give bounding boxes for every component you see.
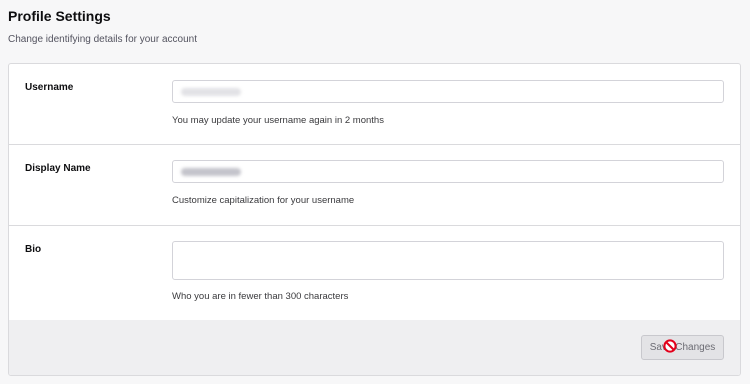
username-value-redacted <box>181 88 241 96</box>
page-subtitle: Change identifying details for your acco… <box>8 34 198 45</box>
display-name-input[interactable] <box>172 160 724 183</box>
display-name-hint: Customize capitalization for your userna… <box>172 195 355 206</box>
page-title: Profile Settings <box>8 8 111 24</box>
username-label: Username <box>25 82 74 93</box>
display-name-value-redacted <box>181 168 241 176</box>
username-hint: You may update your username again in 2 … <box>172 115 384 126</box>
not-allowed-icon <box>663 339 677 353</box>
bio-hint: Who you are in fewer than 300 characters <box>172 291 349 302</box>
profile-settings-card: Username You may update your username ag… <box>8 63 741 376</box>
save-changes-button[interactable]: Save Changes <box>641 335 724 360</box>
username-row: Username You may update your username ag… <box>9 64 740 145</box>
display-name-row: Display Name Customize capitalization fo… <box>9 145 740 226</box>
profile-settings-page: Profile Settings Change identifying deta… <box>0 0 750 384</box>
display-name-label: Display Name <box>25 163 91 174</box>
bio-row: Bio Who you are in fewer than 300 charac… <box>9 226 740 320</box>
form-footer: Save Changes <box>9 320 740 375</box>
bio-label: Bio <box>25 244 42 255</box>
username-input[interactable] <box>172 80 724 103</box>
bio-textarea[interactable] <box>172 241 724 280</box>
